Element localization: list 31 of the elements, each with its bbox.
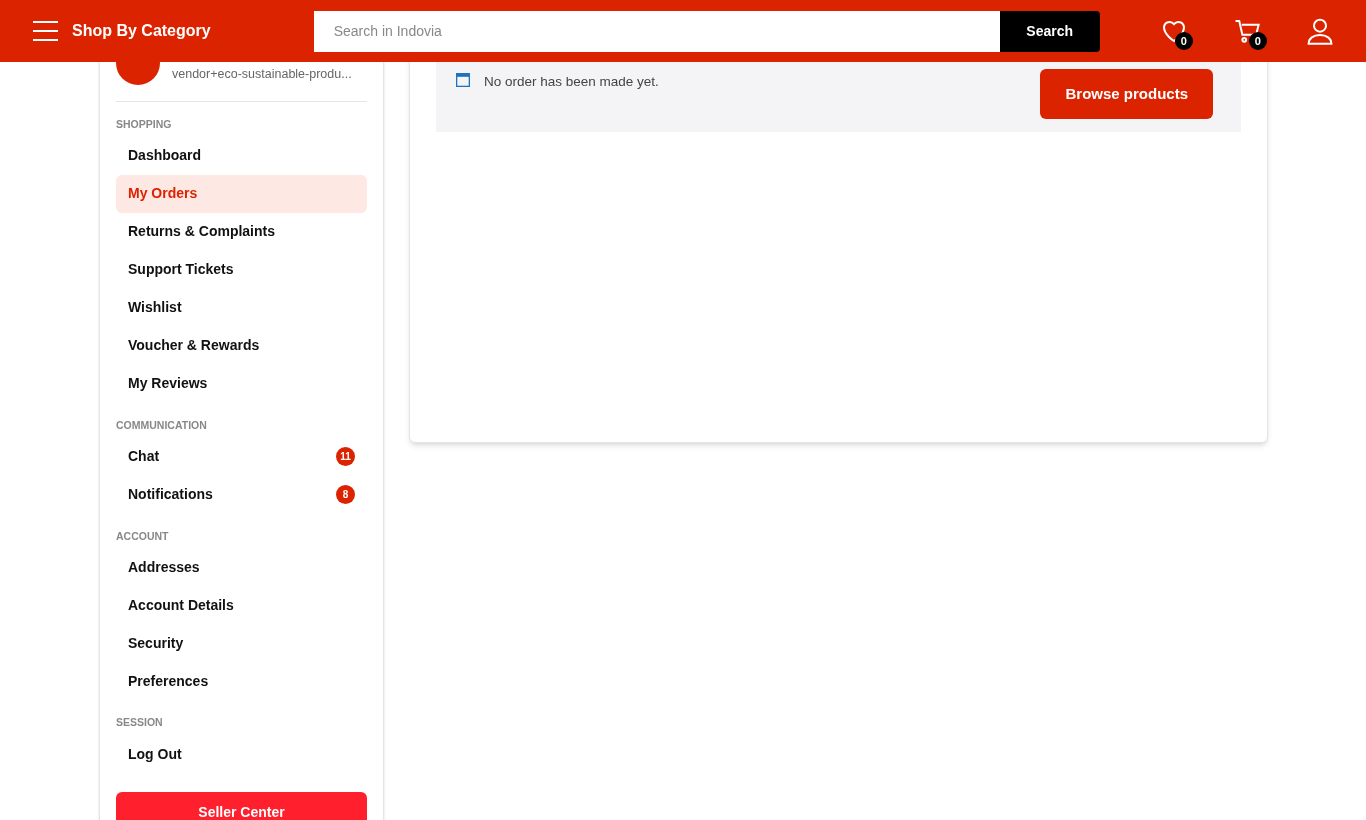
- sidebar-item[interactable]: Chat 11: [116, 437, 367, 476]
- count-badge: 0: [1248, 32, 1267, 50]
- count-badge: 0: [1174, 32, 1193, 50]
- seller-center-button[interactable]: Seller Center: [116, 792, 367, 820]
- sidebar-item[interactable]: My Orders: [116, 174, 367, 213]
- browse-products-button[interactable]: Browse products: [1040, 69, 1213, 119]
- sidebar-item[interactable]: Account Details: [116, 586, 367, 625]
- sidebar-item[interactable]: My Reviews: [116, 364, 367, 403]
- sidebar-item[interactable]: Support Tickets: [116, 250, 367, 289]
- sidebar-item[interactable]: Addresses: [116, 548, 367, 587]
- menu-icon[interactable]: [33, 21, 58, 41]
- section-heading: COMMUNICATION: [116, 417, 208, 433]
- profile-email: vendor+eco-sustainable-produ...: [172, 65, 352, 83]
- sidebar-item[interactable]: Dashboard: [116, 136, 367, 175]
- count-badge: 8: [336, 485, 355, 504]
- section-heading: SESSION: [116, 715, 164, 731]
- section-heading: SHOPPING: [116, 117, 173, 132]
- notice-text: No order has been made yet.: [484, 73, 659, 91]
- sidebar-item[interactable]: Preferences: [116, 662, 367, 701]
- sidebar-item[interactable]: Security: [116, 624, 367, 663]
- sidebar-item[interactable]: Voucher & Rewards: [116, 326, 367, 365]
- search-field[interactable]: Search in Indovia: [313, 10, 1000, 52]
- window-icon: [456, 73, 470, 87]
- count-badge: 11: [336, 447, 355, 466]
- sidebar-item[interactable]: Wishlist: [116, 288, 367, 327]
- sidebar-item[interactable]: Notifications 8: [116, 475, 367, 514]
- sidebar-item[interactable]: Log Out: [116, 735, 367, 773]
- section-heading: ACCOUNT: [116, 528, 170, 544]
- shop-by-category-link[interactable]: Shop By Category: [72, 19, 211, 43]
- search-button[interactable]: Search: [999, 10, 1100, 52]
- sidebar-item[interactable]: Returns & Complaints: [116, 212, 367, 251]
